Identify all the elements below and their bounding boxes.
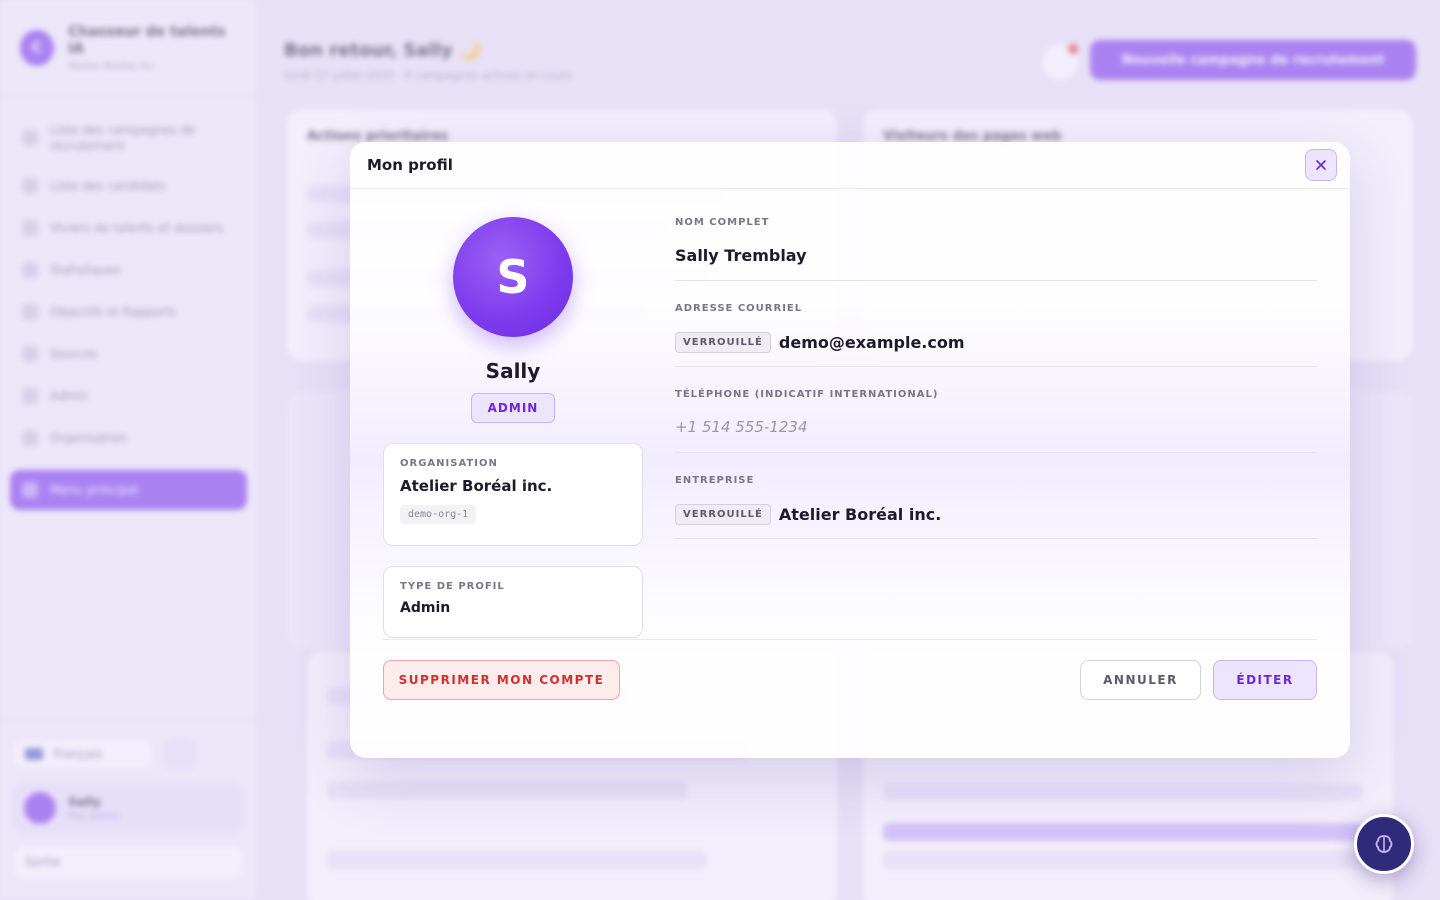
field-row: VERROUILLÉ demo@example.com	[675, 332, 1317, 353]
organisation-label: ORGANISATION	[400, 458, 498, 469]
profile-type-label: TYPE DE PROFIL	[400, 581, 505, 592]
organisation-card: ORGANISATION Atelier Boréal inc. demo-or…	[383, 443, 643, 546]
company-field: ENTREPRISE VERROUILLÉ Atelier Boréal inc…	[675, 475, 1317, 539]
field-label: TÉLÉPHONE (INDICATIF INTERNATIONAL)	[675, 389, 939, 400]
organisation-value: Atelier Boréal inc.	[400, 477, 553, 495]
delete-account-button[interactable]: SUPPRIMER MON COMPTE	[383, 660, 620, 700]
profile-display-name: Sally	[485, 359, 541, 383]
role-badge-wrap: ADMIN	[383, 393, 643, 423]
modal-title: Mon profil	[367, 156, 453, 174]
email-value: demo@example.com	[778, 333, 965, 352]
avatar: S	[453, 217, 573, 337]
modal-footer: SUPPRIMER MON COMPTE ANNULER ÉDITER	[383, 639, 1317, 729]
profile-type-value: Admin	[400, 600, 451, 616]
field-label: ENTREPRISE	[675, 475, 755, 486]
close-button[interactable]	[1305, 149, 1337, 181]
field-label: NOM COMPLET	[675, 217, 770, 228]
organisation-id: demo-org-1	[400, 505, 477, 524]
email-field: ADRESSE COURRIEL VERROUILLÉ demo@example…	[675, 303, 1317, 367]
field-row: VERROUILLÉ Atelier Boréal inc.	[675, 504, 1317, 525]
full-name-field: NOM COMPLET Sally Tremblay	[675, 217, 1317, 281]
field-label: ADRESSE COURRIEL	[675, 303, 803, 314]
full-name-value: Sally Tremblay	[675, 246, 807, 265]
profile-modal: Mon profil S Sally ADMIN ORGANISATION At…	[350, 142, 1350, 758]
role-badge: ADMIN	[470, 393, 556, 423]
field-row: Sally Tremblay	[675, 246, 1317, 265]
profile-type-card: TYPE DE PROFIL Admin	[383, 566, 643, 638]
phone-input: +1 514 555-1234	[675, 418, 808, 436]
company-value: Atelier Boréal inc.	[778, 505, 942, 524]
locked-badge: VERROUILLÉ	[675, 504, 771, 525]
locked-badge: VERROUILLÉ	[675, 332, 771, 353]
cancel-button[interactable]: ANNULER	[1080, 660, 1201, 700]
field-row: +1 514 555-1234	[675, 418, 1317, 436]
phone-field: TÉLÉPHONE (INDICATIF INTERNATIONAL) +1 5…	[675, 389, 1317, 453]
profile-summary: S Sally ADMIN ORGANISATION Atelier Boréa…	[383, 217, 643, 638]
profile-fields: NOM COMPLET Sally Tremblay ADRESSE COURR…	[675, 217, 1317, 539]
brain-icon	[1375, 835, 1393, 853]
help-assistant-button[interactable]	[1354, 814, 1414, 874]
edit-button[interactable]: ÉDITER	[1213, 660, 1317, 700]
close-icon	[1316, 160, 1326, 170]
modal-header: Mon profil	[350, 142, 1350, 189]
